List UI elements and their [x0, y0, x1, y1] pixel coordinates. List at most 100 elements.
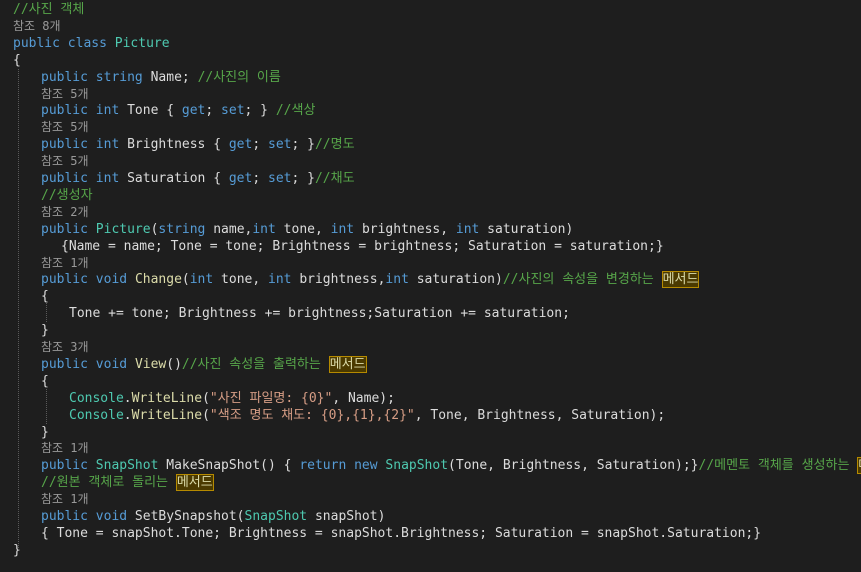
codelens-reference-count[interactable]: 참조 3개: [41, 339, 89, 356]
token: 참조 5개: [41, 86, 89, 101]
highlighted-word: 메서드: [175, 474, 214, 492]
token: Tone {: [119, 103, 182, 119]
token: "색조 명도 채도: {0},{1},{2}": [209, 407, 415, 423]
token: {: [41, 289, 49, 305]
token: string: [158, 221, 206, 237]
codelens-reference-count[interactable]: 참조 5개: [41, 153, 89, 170]
token: ; }: [291, 171, 315, 186]
token: Picture: [95, 221, 151, 237]
token: string: [95, 69, 143, 85]
token: , Tone, Brightness, Saturation);: [414, 407, 666, 423]
token: ; }: [291, 137, 315, 153]
code-line: {: [13, 52, 21, 69]
token: set: [221, 103, 245, 119]
token: ; }: [244, 103, 276, 119]
code-line: public int Brightness { get; set; }//명도: [41, 136, 355, 153]
token: 참조 1개: [41, 441, 89, 456]
code-line: public class Picture: [13, 35, 170, 52]
token: 참조 3개: [41, 340, 89, 354]
token: int: [189, 272, 214, 288]
codelens-reference-count[interactable]: 참조 1개: [41, 491, 89, 508]
token: { Tone = snapShot.Tone; Brightness = sna…: [41, 525, 762, 541]
token: //명도: [314, 137, 355, 153]
comment-line: //생성자: [41, 187, 93, 204]
token: snapShot): [307, 509, 386, 524]
token: (: [202, 390, 210, 406]
token: public: [41, 356, 88, 372]
indent-guide: [46, 302, 47, 322]
token: public: [41, 171, 88, 186]
token: saturation): [479, 221, 574, 237]
token: Brightness {: [119, 137, 229, 153]
token: }: [13, 542, 21, 558]
codelens-reference-count[interactable]: 참조 5개: [41, 86, 89, 103]
token: int: [385, 272, 409, 288]
token: get: [181, 103, 206, 119]
token: int: [252, 221, 276, 237]
token: , Name);: [332, 390, 395, 406]
token: get: [228, 137, 253, 153]
code-line: public void Change(int tone, int brightn…: [41, 271, 700, 289]
token: }: [41, 424, 49, 440]
token: SetBySnapshot(: [127, 509, 245, 524]
token: (Tone, Brightness, Saturation);}: [448, 458, 699, 474]
token: name,: [205, 221, 253, 237]
token: {: [13, 52, 21, 68]
token: //생성자: [41, 187, 93, 203]
token: brightness,: [354, 221, 456, 237]
codelens-reference-count[interactable]: 참조 1개: [41, 440, 89, 457]
token: brightness,: [291, 272, 386, 288]
token: 참조 8개: [13, 18, 61, 33]
token: //메멘토 객체를 생성하는: [698, 458, 858, 474]
code-line: }: [41, 322, 49, 339]
token: {: [41, 373, 49, 389]
token: public: [41, 272, 88, 288]
codelens-reference-count[interactable]: 참조 8개: [13, 18, 61, 35]
token: void: [95, 509, 128, 524]
token: .: [123, 390, 132, 406]
token: Picture: [114, 35, 170, 51]
highlighted-word: 메서드: [857, 457, 861, 475]
token: //색상: [275, 103, 316, 119]
codelens-reference-count[interactable]: 참조 5개: [41, 119, 89, 136]
token: int: [95, 137, 120, 153]
token: SnapShot: [244, 509, 308, 524]
codelens-reference-count[interactable]: 참조 1개: [41, 255, 89, 272]
token: int: [95, 171, 120, 186]
token: Console: [69, 407, 124, 423]
token: (): [166, 356, 182, 372]
token: Change: [134, 272, 182, 288]
token: return: [299, 458, 347, 474]
token: //사진 객체: [13, 2, 85, 17]
token: "사진 파일명: {0}": [209, 390, 333, 406]
token: 참조 1개: [41, 255, 89, 270]
token: {Name = name; Tone = tone; Brightness = …: [61, 238, 664, 254]
code-line: {: [41, 373, 49, 390]
code-line: public Picture(string name,int tone, int…: [41, 221, 573, 238]
code-line: Tone += tone; Brightness += brightness;S…: [69, 305, 570, 322]
token: public: [13, 35, 60, 51]
token: public: [41, 458, 88, 474]
token: WriteLine: [131, 390, 203, 406]
token: 참조 5개: [41, 120, 89, 135]
token: int: [268, 272, 292, 288]
token: }: [41, 323, 49, 339]
token: int: [455, 221, 480, 237]
token: WriteLine: [131, 407, 203, 423]
token: ;: [252, 171, 268, 186]
highlighted-word: 메서드: [661, 271, 700, 289]
code-editor[interactable]: //사진 객체 참조 8개 public class Picture{public …: [0, 0, 861, 572]
token: SnapShot: [385, 458, 449, 474]
token: set: [268, 171, 292, 186]
code-line: Console.WriteLine("사진 파일명: {0}", Name);: [69, 390, 395, 407]
codelens-reference-count[interactable]: 참조 2개: [41, 204, 89, 221]
token: tone,: [213, 272, 269, 288]
